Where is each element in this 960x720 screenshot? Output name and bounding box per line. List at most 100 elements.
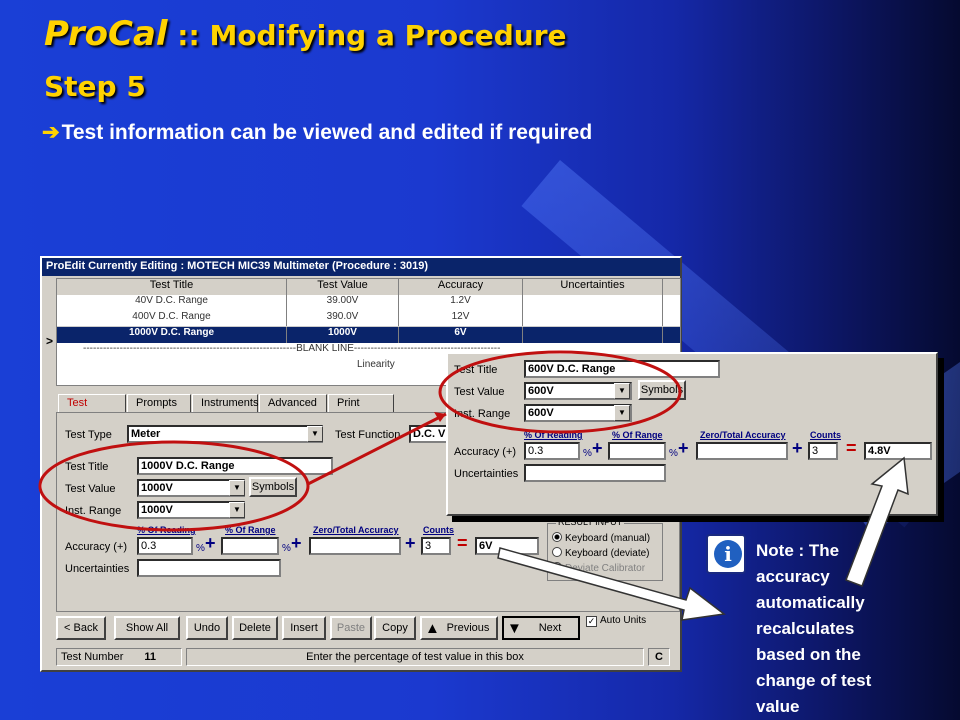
plus-operator: + [205, 533, 216, 553]
uncertainties-label: Uncertainties [65, 563, 130, 575]
equals-operator: = [846, 438, 857, 458]
equals-operator: = [457, 533, 468, 553]
zero-total-label: Zero/Total Accuracy [313, 525, 399, 535]
accuracy-result-field: 6V [475, 537, 539, 555]
zoom-accuracy-label: Accuracy (+) [454, 446, 517, 458]
delete-button[interactable]: Delete [232, 616, 278, 640]
pct-sign: % [196, 543, 205, 554]
next-label: Next [538, 622, 562, 634]
zoom-test-value-label: Test Value [454, 386, 505, 398]
bullet-line: ➔Test information can be viewed and edit… [42, 120, 592, 145]
dropdown-arrow-icon[interactable]: ▼ [614, 405, 630, 421]
radio-label: Deviate Calibrator [565, 563, 646, 574]
counts-field[interactable]: 3 [421, 537, 451, 555]
status-mode: C [648, 648, 670, 666]
zoom-pct-reading-field[interactable]: 0.3 [524, 442, 580, 460]
zoom-test-title-field[interactable]: 600V D.C. Range [524, 360, 720, 378]
zoom-test-title-label: Test Title [454, 364, 498, 376]
dropdown-arrow-icon[interactable]: ▼ [307, 426, 323, 442]
cell: 12V [399, 311, 523, 326]
pct-reading-field[interactable]: 0.3 [137, 537, 193, 555]
test-number-label: Test Number [61, 651, 124, 663]
radio-label: Keyboard (manual) [565, 533, 651, 544]
copy-button[interactable]: Copy [374, 616, 416, 640]
cell: 1000V D.C. Range [57, 327, 287, 343]
tab-advanced[interactable]: Advanced [259, 394, 327, 412]
insert-button[interactable]: Insert [282, 616, 326, 640]
pct-range-field[interactable] [221, 537, 279, 555]
show-all-button[interactable]: Show All [114, 616, 180, 640]
tab-instruments[interactable]: Instruments [192, 394, 258, 412]
dropdown-arrow-icon[interactable]: ▼ [229, 480, 245, 496]
cell: 1000V [287, 327, 399, 343]
zoom-counts-label: Counts [810, 430, 841, 440]
radio-deviate-calibrator[interactable]: Deviate Calibrator [552, 562, 645, 574]
zoom-accuracy-result-field: 4.8V [864, 442, 932, 460]
column-header[interactable]: Uncertainties [523, 279, 663, 295]
test-title-label: Test Title [65, 461, 109, 473]
auto-units-checkbox[interactable]: ✓ Auto Units [586, 614, 646, 627]
grid-header: Test Title Test Value Accuracy Uncertain… [57, 279, 680, 295]
status-test-number: Test Number 11 [56, 648, 182, 666]
zoom-zero-total-label: Zero/Total Accuracy [700, 430, 786, 440]
table-row[interactable]: 40V D.C. Range 39.00V 1.2V [57, 295, 680, 311]
pct-sign: % [282, 543, 291, 554]
tab-print[interactable]: Print [328, 394, 394, 412]
step-heading: Step 5 [44, 70, 146, 103]
cell [523, 327, 663, 343]
title-brand: ProCal [44, 14, 168, 54]
column-header[interactable]: Test Value [287, 279, 399, 295]
plus-operator: + [678, 438, 689, 458]
zoom-counts-field[interactable]: 3 [808, 442, 838, 460]
cell: 400V D.C. Range [57, 311, 287, 326]
radio-keyboard-deviate[interactable]: Keyboard (deviate) [552, 547, 650, 559]
test-type-select[interactable]: Meter [127, 425, 323, 443]
zoom-uncertainties-label: Uncertainties [454, 468, 519, 480]
zoom-symbols-button[interactable]: Symbols [638, 380, 686, 400]
table-row-selected[interactable]: 1000V D.C. Range 1000V 6V [57, 327, 680, 343]
pct-reading-label: % Of Reading [137, 525, 196, 535]
note-text: Note : The accuracy automatically recalc… [756, 541, 872, 716]
previous-button[interactable]: ▲ Previous [420, 616, 498, 640]
cell: 1.2V [399, 295, 523, 311]
undo-button[interactable]: Undo [186, 616, 228, 640]
checkbox-icon: ✓ [586, 616, 597, 627]
test-title-field[interactable]: 1000V D.C. Range [137, 457, 333, 475]
zoom-uncertainties-field[interactable] [524, 464, 666, 482]
auto-units-label: Auto Units [600, 615, 647, 626]
uncertainties-field[interactable] [137, 559, 281, 577]
window-title: ProEdit Currently Editing : MOTECH MIC39… [42, 258, 680, 276]
dropdown-arrow-icon[interactable]: ▼ [614, 383, 630, 399]
dropdown-arrow-icon[interactable]: ▼ [229, 502, 245, 518]
info-icon: i [706, 534, 746, 574]
column-header[interactable]: Accuracy [399, 279, 523, 295]
title-separator: :: [167, 19, 210, 52]
cell: 6V [399, 327, 523, 343]
back-button[interactable]: < Back [56, 616, 106, 640]
arrow-up-icon: ▲ [425, 620, 440, 637]
zoom-pct-reading-label: % Of Reading [524, 430, 583, 440]
symbols-button[interactable]: Symbols [249, 477, 297, 497]
title-rest: Modifying a Procedure [209, 19, 567, 52]
zero-total-field[interactable] [309, 537, 401, 555]
cell [523, 295, 663, 311]
zoom-zero-total-field[interactable] [696, 442, 788, 460]
radio-keyboard-manual[interactable]: Keyboard (manual) [552, 532, 650, 544]
pct-range-label: % Of Range [225, 525, 276, 535]
next-button[interactable]: ▼ Next [502, 616, 580, 640]
slide-title: ProCal :: Modifying a Procedure [44, 14, 567, 54]
tab-test[interactable]: Test [58, 394, 126, 412]
test-value-label: Test Value [65, 483, 116, 495]
result-input-group: RESULT INPUT Keyboard (manual) Keyboard … [547, 517, 663, 581]
bullet-arrow-icon: ➔ [42, 121, 60, 144]
tab-prompts[interactable]: Prompts [127, 394, 191, 412]
zoom-pct-range-field[interactable] [608, 442, 666, 460]
slide: ProCal :: Modifying a Procedure Step 5 ➔… [0, 0, 960, 720]
table-row[interactable]: 400V D.C. Range 390.0V 12V [57, 311, 680, 327]
cell: 39.00V [287, 295, 399, 311]
bullet-text: Test information can be viewed and edite… [61, 121, 593, 144]
column-header[interactable]: Test Title [57, 279, 287, 295]
plus-operator: + [405, 533, 416, 553]
test-number-value: 11 [144, 651, 157, 663]
paste-button[interactable]: Paste [330, 616, 372, 640]
